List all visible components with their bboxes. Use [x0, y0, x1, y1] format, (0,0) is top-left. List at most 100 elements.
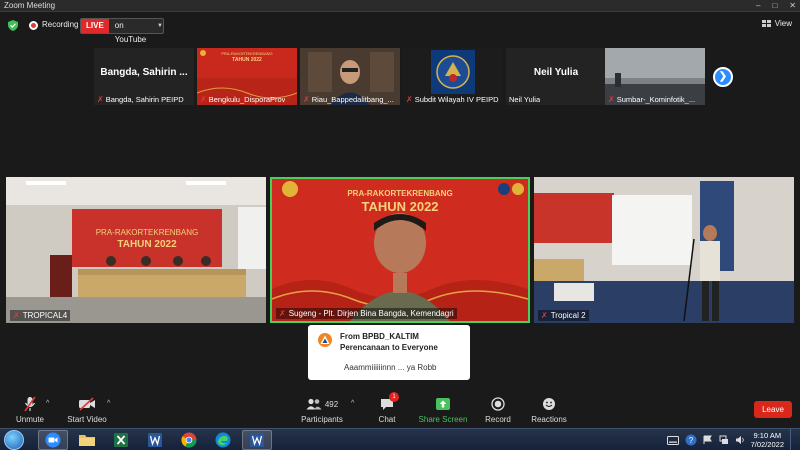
video-tile[interactable]: ✗ Tropical 2 — [534, 177, 794, 323]
view-button[interactable]: View — [761, 19, 792, 28]
windows-taskbar: ? 9:10 AM 7/02/2022 — [0, 428, 800, 450]
active-speaker-tile[interactable]: PRA-RAKORTEKRENBANG TAHUN 2022 ✗ Sugeng … — [270, 177, 530, 323]
muted-mic-icon: ✗ — [97, 95, 104, 104]
participant-thumbnail[interactable]: ✗ Subdit Wilayah IV PEIPD — [403, 48, 503, 105]
video-tile[interactable]: PRA-RAKORTEKRENBANG TAHUN 2022 ✗ TROPICA… — [6, 177, 266, 323]
muted-mic-icon: ✗ — [13, 311, 20, 320]
participant-thumbnail[interactable]: Bangda, Sahirin ... ✗ Bangda, Sahirin PE… — [94, 48, 194, 105]
participants-count: 492 — [324, 399, 339, 409]
muted-mic-icon: ✗ — [200, 95, 207, 104]
avatar-icon — [318, 333, 332, 347]
share-screen-icon — [436, 398, 450, 410]
unmute-button[interactable]: Unmute — [10, 396, 50, 424]
participants-label: Participants — [301, 415, 343, 424]
taskbar-app-edge[interactable] — [208, 430, 238, 450]
system-tray: ? 9:10 AM 7/02/2022 — [666, 429, 796, 450]
network-icon[interactable] — [719, 435, 729, 445]
participant-thumbnail[interactable]: ✗ Riau_Bappedalitbang_... — [300, 48, 400, 105]
meeting-status-bar: Recording LIVE on YouTube ▼ View — [0, 14, 800, 44]
chat-badge: 1 — [389, 392, 399, 402]
participant-thumbnail[interactable]: ✗ Sumbar-_Kominfotik_... — [605, 48, 705, 105]
tile-name-label: ✗ Tropical 2 — [538, 310, 589, 321]
view-label: View — [774, 19, 792, 28]
share-screen-button[interactable]: Share Screen — [418, 396, 468, 424]
reactions-button[interactable]: Reactions — [528, 396, 570, 424]
muted-mic-icon: ✗ — [541, 311, 548, 320]
speaker-icon[interactable] — [735, 435, 745, 445]
keyboard-icon[interactable] — [666, 435, 679, 445]
participant-name-label: ✗ Sumbar-_Kominfotik_... — [608, 95, 695, 104]
window-title: Zoom Meeting — [4, 1, 56, 10]
banner-year: TAHUN 2022 — [232, 57, 262, 63]
live-target: on YouTube — [114, 21, 147, 44]
minimize-icon[interactable]: – — [756, 0, 760, 12]
muted-mic-icon — [24, 396, 36, 412]
edge-icon — [215, 432, 231, 448]
chevron-down-icon: ▼ — [157, 23, 163, 29]
zoom-icon — [45, 432, 61, 448]
participant-thumbnail[interactable]: Neil Yulia Neil Yulia — [506, 48, 606, 105]
chrome-icon — [181, 432, 197, 448]
chat-notification-popup[interactable]: From BPBD_KALTIM Perencanaan to Everyone… — [308, 325, 470, 380]
participant-name: Bengkulu_DisporaProv — [208, 95, 286, 104]
shield-icon[interactable] — [8, 20, 18, 31]
participant-name-label: ✗ Bengkulu_DisporaProv — [200, 95, 285, 104]
start-button[interactable] — [4, 430, 24, 450]
show-desktop-button[interactable] — [790, 429, 796, 450]
grid-view-icon — [761, 20, 771, 27]
recording-label: Recording — [42, 20, 79, 29]
leave-button[interactable]: Leave — [754, 401, 792, 418]
chat-sender-line1: From BPBD_KALTIM — [340, 332, 419, 341]
unmute-label: Unmute — [15, 415, 44, 424]
recording-icon — [29, 21, 38, 30]
participants-chevron-up-icon[interactable]: ^ — [351, 400, 354, 407]
participant-display-name: Bangda, Sahirin ... — [100, 67, 188, 78]
next-page-button[interactable]: ❯ — [713, 67, 733, 87]
participant-name-label: ✗ Subdit Wilayah IV PEIPD — [406, 95, 499, 104]
live-stream-dropdown[interactable]: LIVE on YouTube ▼ — [80, 18, 164, 44]
participant-thumbnail-strip: Bangda, Sahirin ... ✗ Bangda, Sahirin PE… — [94, 48, 706, 105]
tile-name-label: ✗ TROPICAL4 — [10, 310, 71, 321]
zoom-window: Zoom Meeting – □ ✕ Recording LIVE on You… — [0, 0, 800, 450]
flag-icon[interactable] — [703, 435, 713, 445]
video-feed: PRA-RAKORTEKRENBANG TAHUN 2022 — [272, 179, 528, 321]
smiley-icon — [543, 398, 555, 410]
participant-name-label: Neil Yulia — [509, 95, 540, 104]
window-controls: – □ ✕ — [756, 0, 796, 12]
participant-name: Neil Yulia — [509, 95, 541, 104]
muted-mic-icon: ✗ — [608, 95, 615, 104]
record-button[interactable]: Record — [482, 396, 514, 424]
taskbar-app-chrome[interactable] — [174, 430, 204, 450]
tile-name-label: ✗ Sugeng - Plt. Dirjen Bina Bangda, Keme… — [276, 308, 457, 319]
banner-year: TAHUN 2022 — [361, 199, 438, 214]
video-options-chevron-up-icon[interactable]: ^ — [107, 400, 110, 407]
word-icon — [148, 433, 162, 447]
help-icon[interactable]: ? — [685, 434, 697, 446]
audio-options-chevron-up-icon[interactable]: ^ — [46, 400, 49, 407]
participants-button[interactable]: 492 Participants — [298, 396, 346, 424]
file-explorer-icon — [79, 435, 95, 446]
muted-mic-icon: ✗ — [406, 95, 413, 104]
participant-name: Riau_Bappedalitbang_... — [311, 95, 394, 104]
video-feed: PRA-RAKORTEKRENBANG TAHUN 2022 — [6, 177, 266, 323]
live-badge: LIVE — [81, 19, 109, 33]
taskbar-app-word-2[interactable] — [242, 430, 272, 450]
participant-name: Subdit Wilayah IV PEIPD — [414, 95, 499, 104]
chat-sender: From BPBD_KALTIM Perencanaan to Everyone — [340, 331, 438, 353]
participant-thumbnail[interactable]: PRA-RAKORTEKRENBANG TAHUN 2022 ✗ Bengkul… — [197, 48, 297, 105]
banner-text: PRA-RAKORTEKRENBANG — [96, 228, 199, 237]
chat-message: Aaammiiiiiinnn ... ya Robb — [344, 363, 437, 372]
maximize-icon[interactable]: □ — [772, 0, 777, 12]
taskbar-app-file-explorer[interactable] — [72, 430, 102, 450]
record-label: Record — [485, 415, 511, 424]
taskbar-app-excel[interactable] — [106, 430, 136, 450]
taskbar-clock[interactable]: 9:10 AM 7/02/2022 — [751, 431, 784, 449]
video-off-icon — [79, 397, 95, 411]
close-icon[interactable]: ✕ — [789, 0, 796, 12]
participant-display-name: Neil Yulia — [533, 67, 579, 78]
chat-button[interactable]: 1 Chat — [372, 392, 402, 424]
title-bar: Zoom Meeting – □ ✕ — [0, 0, 800, 12]
taskbar-app-zoom[interactable] — [38, 430, 68, 450]
start-video-button[interactable]: Start Video — [64, 396, 110, 424]
taskbar-app-word[interactable] — [140, 430, 170, 450]
